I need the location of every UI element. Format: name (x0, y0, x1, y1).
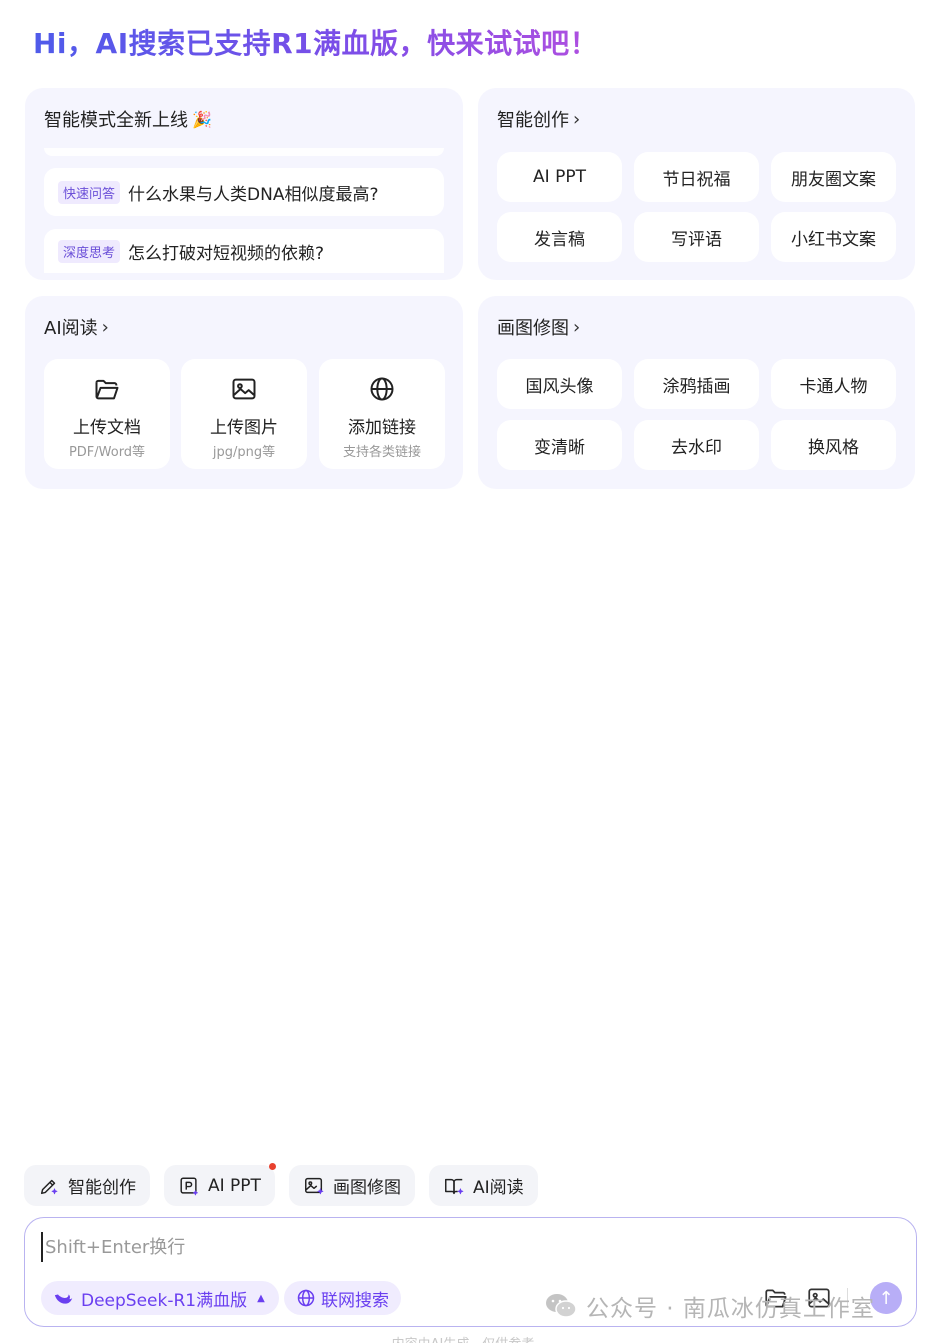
image-edit-card: 画图修图 › 国风头像 涂鸦插画 卡通人物 变清晰 去水印 换风格 (478, 296, 915, 489)
shortcut-ai-read[interactable]: AI阅读 (429, 1165, 538, 1206)
ai-read-title[interactable]: AI阅读 › (44, 314, 109, 340)
upload-document-sub: PDF/Word等 (68, 445, 146, 460)
pen-sparkle-icon (40, 1179, 58, 1194)
deepseek-whale-icon (54, 1294, 73, 1304)
upload-image-sub: jpg/png等 (212, 445, 276, 460)
image-edit-title[interactable]: 画图修图 › (497, 314, 580, 340)
create-item-xiaohongshu[interactable]: 小红书文案 (771, 212, 896, 262)
watermark-text: 公众号 · 南瓜冰仿真工作室 (586, 1296, 875, 1322)
shortcut-ai-ppt[interactable]: AI PPT (164, 1163, 276, 1206)
mode-item-quick[interactable]: 快速问答 什么水果与人类DNA相似度最高? (44, 168, 444, 216)
smart-create-title[interactable]: 智能创作 › (497, 106, 580, 132)
web-search-button[interactable]: 联网搜索 (284, 1281, 401, 1315)
shortcut-smart-create-label: 智能创作 (68, 1178, 136, 1198)
mode-question-quick: 什么水果与人类DNA相似度最高? (128, 184, 379, 205)
shortcut-image-edit-label: 画图修图 (333, 1178, 401, 1198)
shortcut-image-edit[interactable]: 画图修图 (289, 1165, 415, 1206)
model-selector-button[interactable]: DeepSeek-R1满血版 ▲ (41, 1281, 279, 1315)
create-item-speech[interactable]: 发言稿 (497, 212, 622, 262)
upload-image-tile[interactable]: 上传图片 jpg/png等 (181, 359, 307, 469)
image-edit-title-text: 画图修图 (497, 318, 569, 339)
image-icon (232, 378, 256, 400)
upload-image-label: 上传图片 (210, 418, 278, 438)
chat-input[interactable] (41, 1232, 641, 1262)
ai-read-card: AI阅读 › 上传文档 PDF/Word等 上传图片 jpg/png等 添加链接… (25, 296, 463, 489)
smart-mode-title-text: 智能模式全新上线 (44, 110, 188, 131)
globe-icon (370, 377, 394, 401)
notification-dot (268, 1163, 276, 1170)
image-sparkle-icon (305, 1177, 324, 1194)
web-search-label: 联网搜索 (321, 1290, 389, 1311)
create-item-ai-ppt[interactable]: AI PPT (497, 152, 622, 202)
shortcut-ai-ppt-label: AI PPT (208, 1175, 261, 1196)
image-item-cartoon[interactable]: 卡通人物 (771, 359, 896, 409)
shortcut-smart-create[interactable]: 智能创作 (24, 1165, 150, 1206)
ai-read-title-text: AI阅读 (44, 318, 98, 339)
smart-mode-title: 智能模式全新上线 🎉 (44, 106, 212, 132)
smart-create-card: 智能创作 › AI PPT 节日祝福 朋友圈文案 发言稿 写评语 小红书文案 (478, 88, 915, 280)
mode-tag-deep: 深度思考 (58, 239, 121, 263)
watermark: 公众号 · 南瓜冰仿真工作室 (544, 1289, 875, 1323)
create-item-festival[interactable]: 节日祝福 (634, 152, 759, 202)
add-link-label: 添加链接 (348, 418, 416, 438)
upload-document-tile[interactable]: 上传文档 PDF/Word等 (44, 359, 170, 469)
mode-row-fade (44, 148, 444, 156)
mode-question-deep: 怎么打破对短视频的依赖? (128, 243, 325, 264)
party-popper-icon: 🎉 (192, 109, 212, 129)
mode-tag-quick: 快速问答 (58, 180, 121, 204)
create-item-moments[interactable]: 朋友圈文案 (771, 152, 896, 202)
add-link-tile[interactable]: 添加链接 支持各类链接 (319, 359, 445, 469)
add-link-sub: 支持各类链接 (342, 445, 421, 460)
globe-icon (297, 1289, 315, 1307)
image-item-sharpen[interactable]: 变清晰 (497, 420, 622, 470)
create-item-comment[interactable]: 写评语 (634, 212, 759, 262)
ai-disclaimer: 内容由AI生成，仅供参考 (0, 1333, 926, 1343)
smart-create-title-text: 智能创作 (497, 110, 569, 131)
caret-up-icon: ▲ (257, 1292, 265, 1304)
upload-document-label: 上传文档 (73, 418, 141, 438)
image-item-doodle[interactable]: 涂鸦插画 (634, 359, 759, 409)
image-item-guofeng-avatar[interactable]: 国风头像 (497, 359, 622, 409)
model-selector-label: DeepSeek-R1满血版 (81, 1290, 248, 1311)
mode-item-deep[interactable]: 深度思考 怎么打破对短视频的依赖? (44, 229, 444, 273)
book-icon (445, 1178, 464, 1194)
smart-mode-card: 智能模式全新上线 🎉 快速问答 什么水果与人类DNA相似度最高? 深度思考 怎么… (25, 88, 463, 280)
image-item-remove-watermark[interactable]: 去水印 (634, 420, 759, 470)
image-item-restyle[interactable]: 换风格 (771, 420, 896, 470)
ppt-icon (180, 1176, 198, 1195)
arrow-up-icon: ↑ (878, 1287, 894, 1309)
chevron-right-icon: › (573, 316, 581, 338)
wechat-icon (546, 1294, 577, 1318)
folder-icon (95, 379, 119, 400)
chevron-right-icon: › (101, 316, 109, 338)
chevron-right-icon: › (573, 108, 581, 130)
shortcut-ai-read-label: AI阅读 (473, 1178, 524, 1198)
page-headline: Hi，AI搜索已支持R1满血版，快来试试吧！ (33, 22, 598, 62)
